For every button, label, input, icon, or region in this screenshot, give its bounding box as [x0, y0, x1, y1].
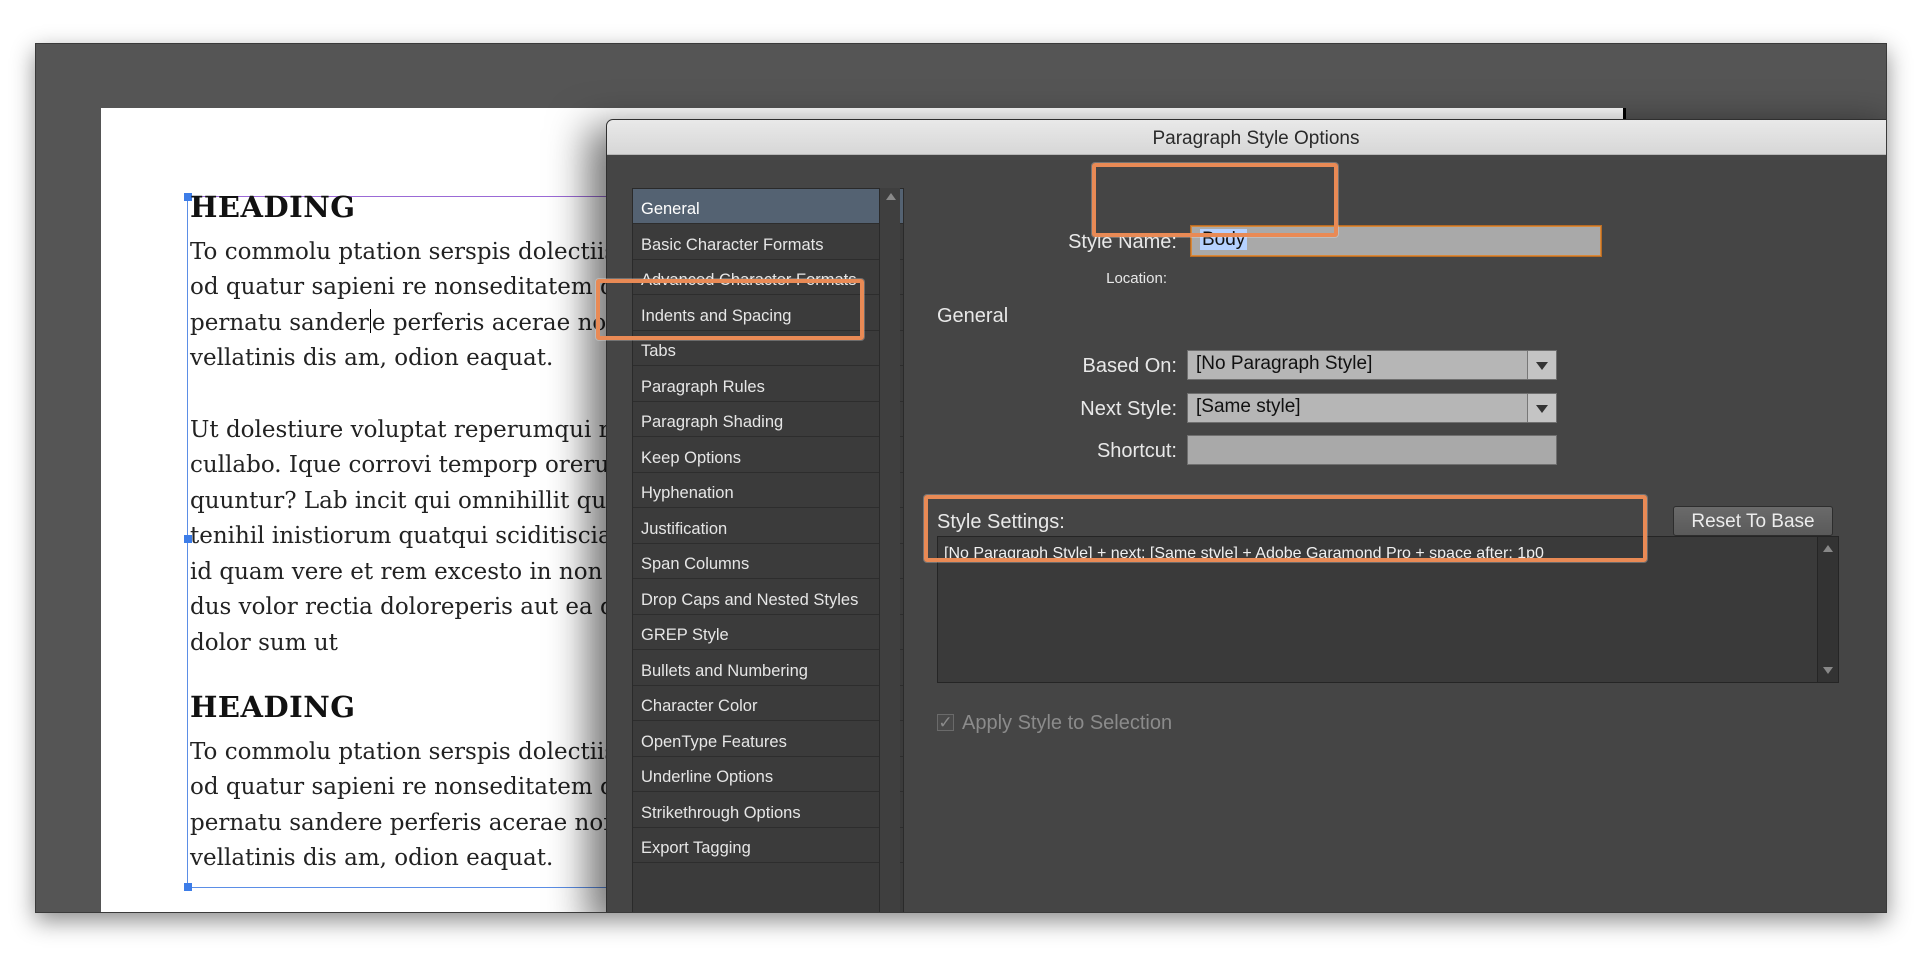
doc-line: pernatu sandere perferis acerae none [190, 810, 632, 836]
doc-line: dus volor rectia doloreperis aut ea di [190, 594, 623, 620]
doc-line: cullabo. Ique corrovi temporp orerum [190, 452, 632, 478]
chevron-down-icon [1536, 405, 1548, 413]
style-settings-box: [No Paragraph Style] + next: [Same style… [937, 536, 1839, 683]
doc-line: vellatinis dis am, odion eaquat. [190, 345, 554, 371]
based-on-label: Based On: [1082, 355, 1177, 377]
doc-line: To commolu ptation serspis dolectiis [190, 239, 617, 265]
scroll-up-arrow-icon[interactable] [1823, 545, 1833, 552]
category-item-basic-character-formats[interactable]: Basic Character Formats [633, 225, 903, 260]
category-item-underline-options[interactable]: Underline Options [633, 757, 903, 792]
style-name-label: Style Name: [1068, 231, 1177, 253]
doc-heading-1: HEADING [190, 190, 356, 224]
dialog-title: Paragraph Style Options [1152, 128, 1360, 149]
doc-line: od quatur sapieni re nonseditatem q [190, 774, 615, 800]
style-name-value: Body [1200, 229, 1248, 250]
based-on-select[interactable]: [No Paragraph Style] [1187, 350, 1557, 380]
category-item-justification[interactable]: Justification [633, 509, 903, 544]
category-list-scrollbar[interactable] [879, 188, 900, 912]
scroll-down-arrow-icon[interactable] [1823, 667, 1833, 674]
apply-style-label: Apply Style to Selection [962, 712, 1173, 734]
doc-line-part: pernatu sander [190, 310, 369, 336]
based-on-value: [No Paragraph Style] [1196, 353, 1373, 374]
doc-line: quuntur? Lab incit qui omnihillit qu [190, 488, 607, 514]
next-style-label: Next Style: [1080, 398, 1177, 420]
category-item-bullets-and-numbering[interactable]: Bullets and Numbering [633, 651, 903, 686]
dialog-titlebar[interactable]: Paragraph Style Options [607, 120, 1886, 155]
category-item-keep-options[interactable]: Keep Options [633, 438, 903, 473]
apply-style-checkbox[interactable]: ✓ [937, 714, 954, 731]
settings-scrollbar[interactable] [1817, 537, 1838, 682]
category-item-span-columns[interactable]: Span Columns [633, 544, 903, 579]
doc-line-with-caret: pernatu sander e perferis acerae none [190, 306, 635, 342]
reset-to-base-button[interactable]: Reset To Base [1673, 506, 1833, 536]
category-item-advanced-character-formats[interactable]: Advanced Character Formats [633, 260, 903, 295]
doc-line: id quam vere et rem excesto in non p [190, 559, 625, 585]
shortcut-label: Shortcut: [1096, 440, 1177, 462]
category-item-paragraph-rules[interactable]: Paragraph Rules [633, 367, 903, 402]
style-settings-text: [No Paragraph Style] + next: [Same style… [944, 545, 1544, 562]
category-item-opentype-features[interactable]: OpenType Features [633, 722, 903, 757]
section-title-general: General [937, 305, 1009, 327]
shortcut-input[interactable] [1187, 435, 1557, 465]
category-item-strikethrough-options[interactable]: Strikethrough Options [633, 793, 903, 828]
doc-line: tenihil inistiorum quatqui sciditiscia [190, 523, 612, 549]
next-style-dropdown[interactable] [1527, 394, 1556, 422]
category-item-paragraph-shading[interactable]: Paragraph Shading [633, 402, 903, 437]
doc-line: dolor sum ut [190, 630, 338, 656]
category-list[interactable]: General Basic Character Formats Advanced C… [632, 188, 904, 912]
text-caret [369, 309, 371, 333]
doc-line: od quatur sapieni re nonseditatem q [190, 274, 615, 300]
doc-line-part: e perferis acerae none [371, 310, 635, 336]
style-name-input[interactable]: Body [1191, 226, 1601, 256]
doc-line: Ut dolestiure voluptat reperumqui re [190, 417, 624, 443]
style-settings-label: Style Settings: [937, 511, 1065, 533]
next-style-value: [Same style] [1196, 396, 1301, 417]
chevron-down-icon [1536, 362, 1548, 370]
frame-handle-bottom-left[interactable] [184, 883, 192, 891]
scroll-up-arrow-icon[interactable] [886, 193, 896, 200]
location-label: Location: [1106, 270, 1167, 287]
next-style-select[interactable]: [Same style] [1187, 393, 1557, 423]
category-item-grep-style[interactable]: GREP Style [633, 615, 903, 650]
indesign-window: HEADING To commolu ptation serspis dolec… [35, 43, 1887, 913]
category-item-tabs[interactable]: Tabs [633, 331, 903, 366]
based-on-dropdown[interactable] [1527, 351, 1556, 379]
category-item-drop-caps-and-nested-styles[interactable]: Drop Caps and Nested Styles [633, 580, 903, 615]
category-item-character-color[interactable]: Character Color [633, 686, 903, 721]
category-item-export-tagging[interactable]: Export Tagging [633, 828, 903, 863]
doc-line: To commolu ptation serspis dolectiis [190, 739, 617, 765]
paragraph-style-options-dialog: Paragraph Style Options General Basic Cha… [606, 119, 1886, 912]
doc-line: vellatinis dis am, odion eaquat. [190, 845, 554, 871]
category-item-hyphenation[interactable]: Hyphenation [633, 473, 903, 508]
category-item-indents-and-spacing[interactable]: Indents and Spacing [633, 296, 903, 331]
doc-heading-2: HEADING [190, 690, 356, 724]
category-item-general[interactable]: General [633, 189, 903, 224]
